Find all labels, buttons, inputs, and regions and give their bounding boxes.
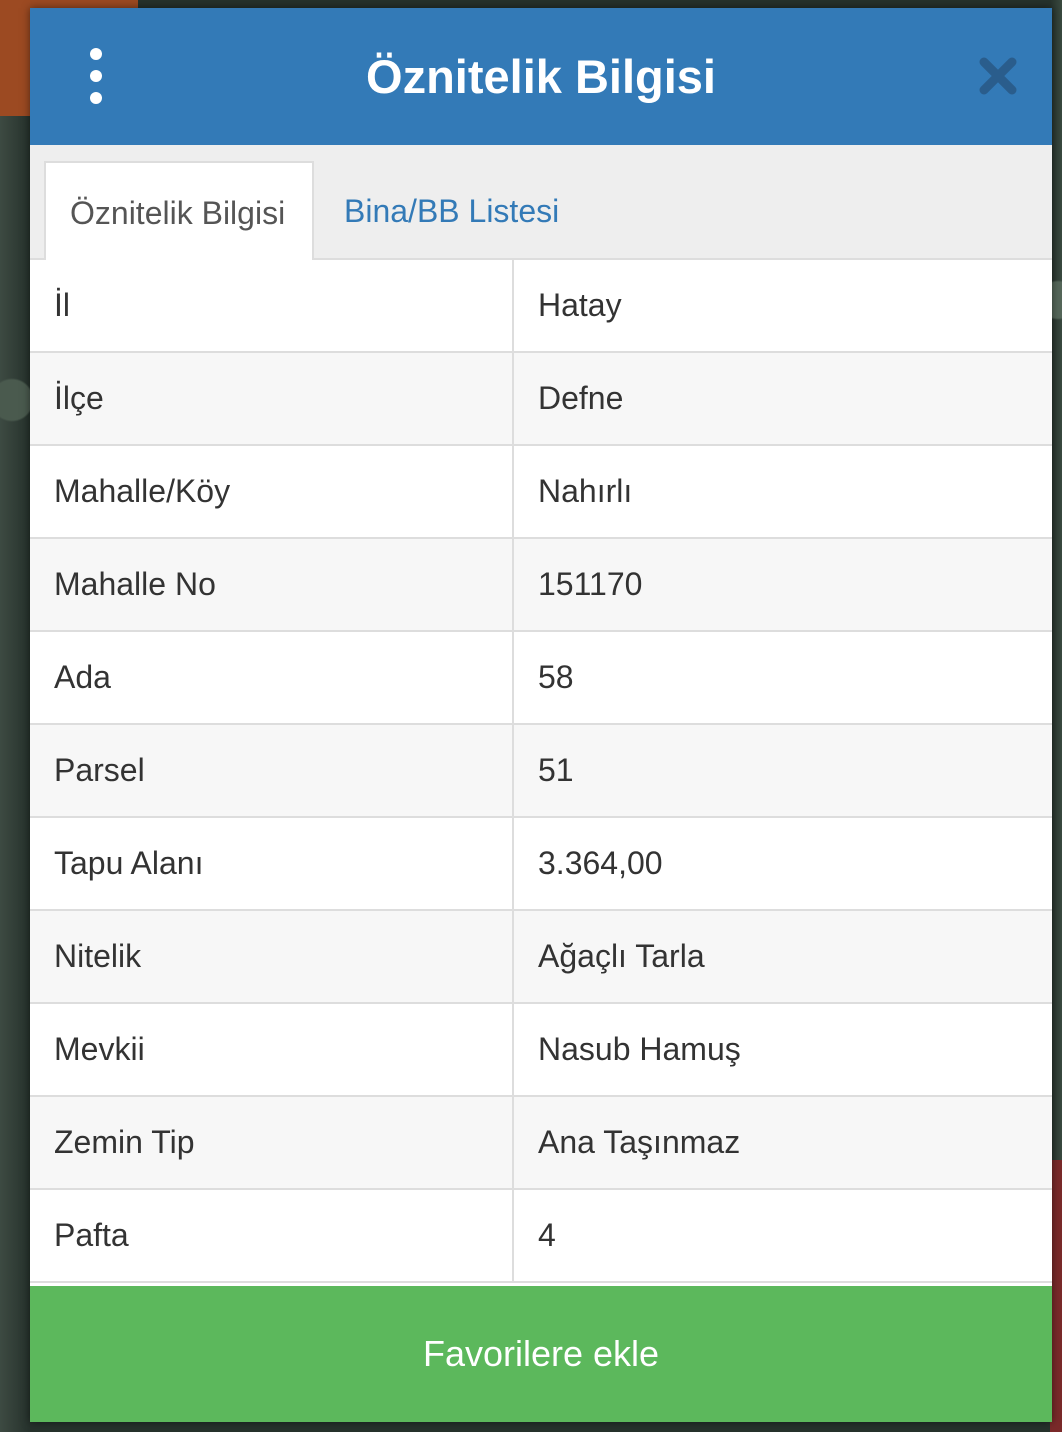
menu-dot	[90, 70, 102, 82]
attribute-value: Nasub Hamuş	[538, 1031, 741, 1067]
table-row: Nitelik Ağaçlı Tarla	[30, 911, 1052, 1004]
attribute-key: Tapu Alanı	[30, 818, 514, 909]
attribute-key: Nitelik	[30, 911, 514, 1002]
tab-attribute-info[interactable]: Öznitelik Bilgisi	[44, 161, 314, 262]
attribute-value: Defne	[538, 380, 624, 416]
attribute-key: Mahalle No	[30, 539, 514, 630]
attribute-key: Parsel	[30, 725, 514, 816]
attribute-value: 151170	[538, 566, 643, 602]
attribute-key: İl	[30, 260, 514, 351]
attribute-key: Pafta	[30, 1190, 514, 1281]
table-row: Mahalle/Köy Nahırlı	[30, 446, 1052, 539]
attribute-key: İlçe	[30, 353, 514, 444]
dialog-title: Öznitelik Bilgisi	[366, 50, 716, 103]
attribute-value: 4	[538, 1217, 556, 1253]
attribute-value: 51	[538, 752, 574, 788]
attribute-value: Hatay	[538, 287, 622, 323]
attribute-key: Mahalle/Köy	[30, 446, 514, 537]
table-row: Parsel 51	[30, 725, 1052, 818]
table-row: Ada 58	[30, 632, 1052, 725]
attribute-value: Nahırlı	[538, 473, 633, 509]
attribute-value: Ana Taşınmaz	[538, 1124, 741, 1160]
tab-building-list[interactable]: Bina/BB Listesi	[320, 161, 583, 262]
tab-bar: Öznitelik Bilgisi Bina/BB Listesi	[30, 145, 1052, 262]
table-row: Zemin Tip Ana Taşınmaz	[30, 1097, 1052, 1190]
attribute-info-dialog: Öznitelik Bilgisi Öznitelik Bilgisi Bina…	[30, 8, 1052, 1422]
table-row: Pafta 4	[30, 1190, 1052, 1283]
dialog-header: Öznitelik Bilgisi	[30, 8, 1052, 145]
table-row: Mevkii Nasub Hamuş	[30, 1004, 1052, 1097]
table-row: Tapu Alanı 3.364,00	[30, 818, 1052, 911]
vertical-ellipsis-icon[interactable]	[80, 48, 112, 104]
attribute-key: Mevkii	[30, 1004, 514, 1095]
menu-dot	[90, 48, 102, 60]
add-to-favorites-button[interactable]: Favorilere ekle	[30, 1286, 1052, 1422]
attribute-value: Ağaçlı Tarla	[538, 938, 705, 974]
table-row: İlçe Defne	[30, 353, 1052, 446]
close-icon[interactable]	[978, 54, 1018, 98]
table-row: Mahalle No 151170	[30, 539, 1052, 632]
attribute-value: 3.364,00	[538, 845, 663, 881]
menu-dot	[90, 92, 102, 104]
table-row: İl Hatay	[30, 260, 1052, 353]
attribute-key: Zemin Tip	[30, 1097, 514, 1188]
attribute-key: Ada	[30, 632, 514, 723]
attribute-value: 58	[538, 659, 574, 695]
attribute-table: İl Hatay İlçe Defne Mahalle/Köy Nahırlı …	[30, 260, 1052, 1286]
